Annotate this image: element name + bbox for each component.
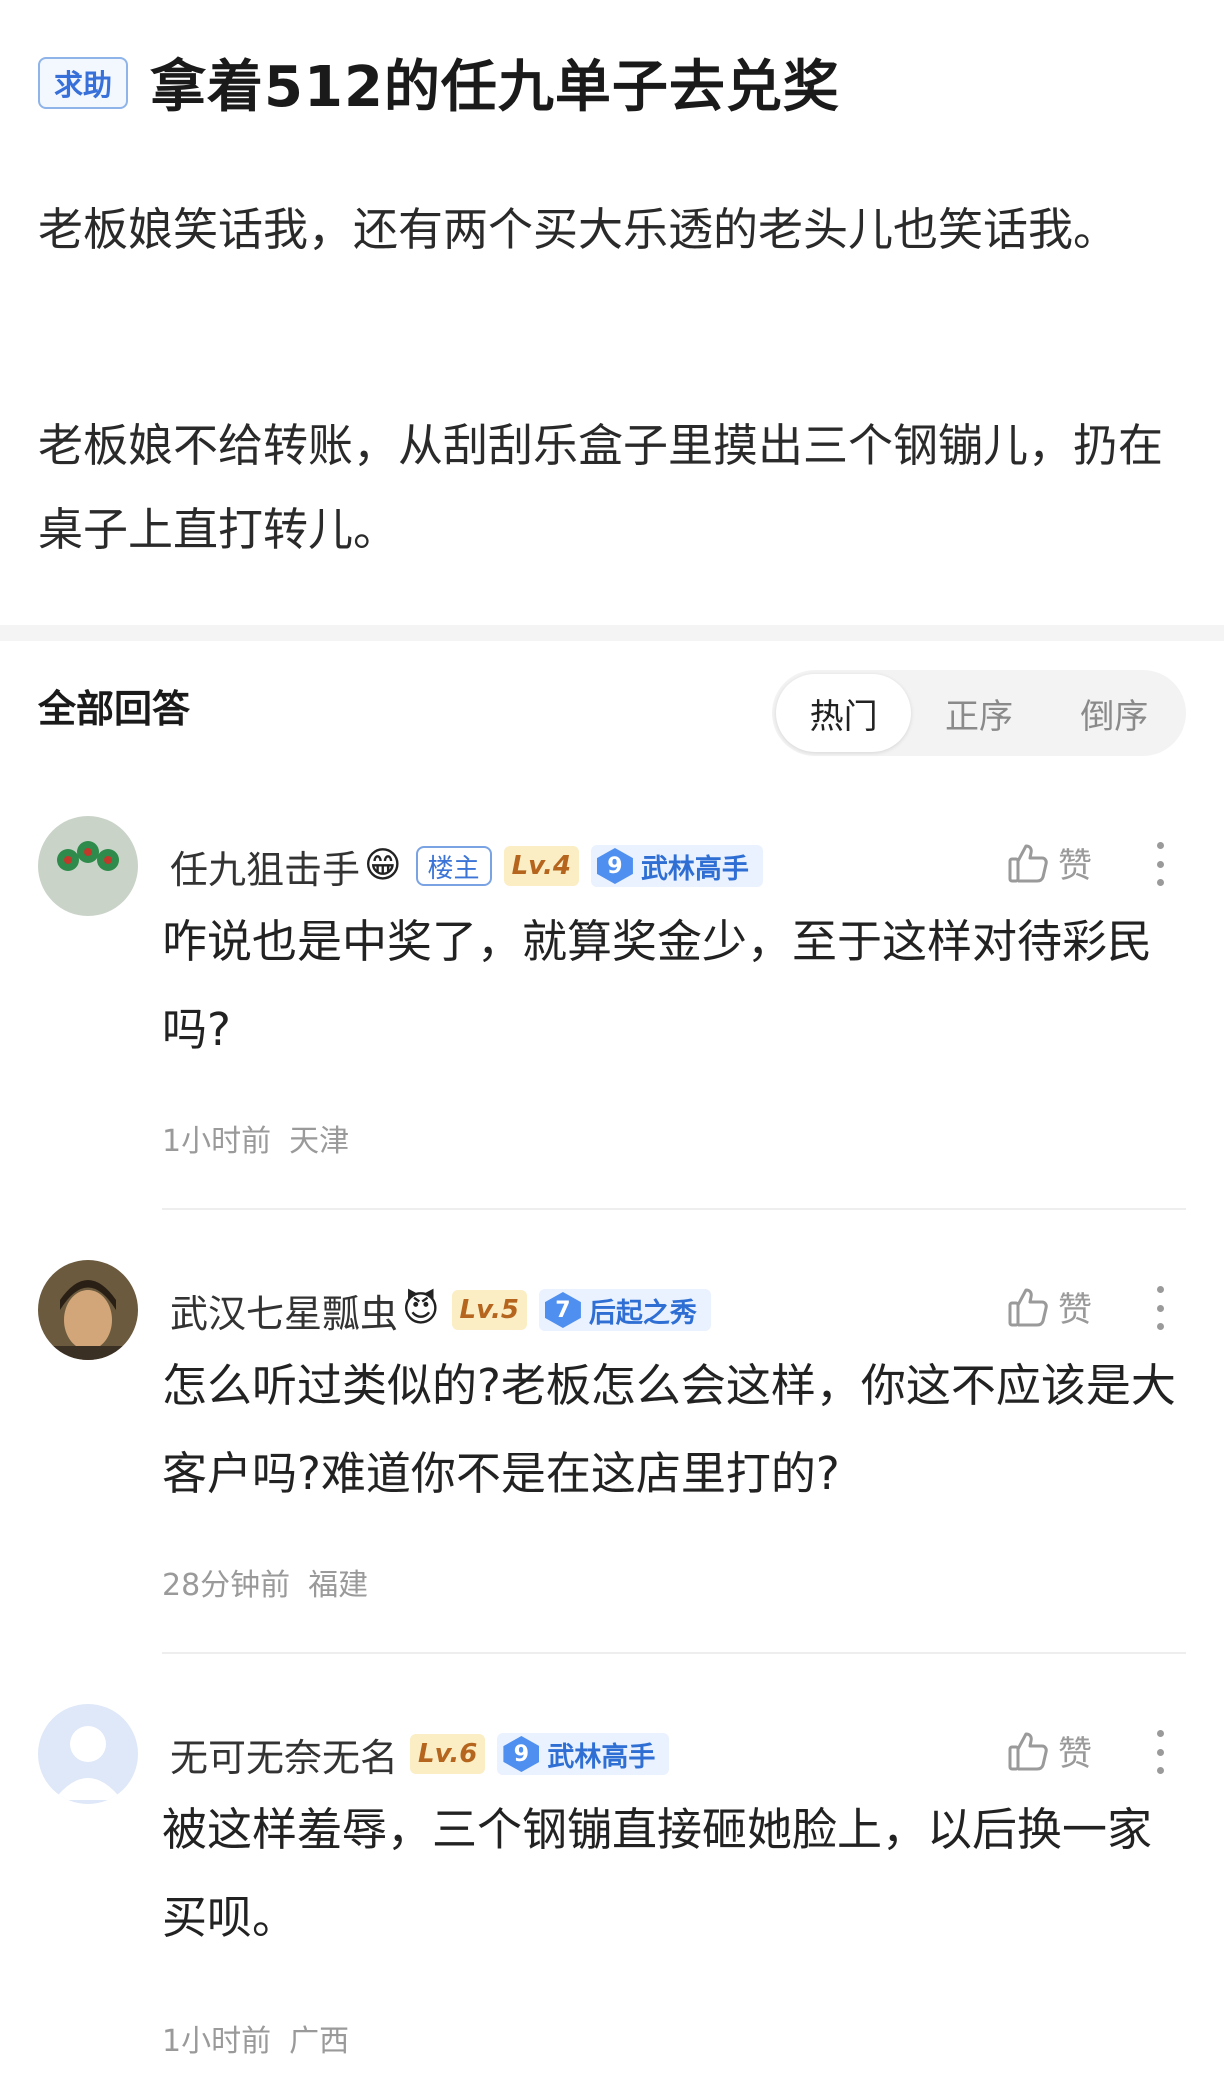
sort-asc-tab[interactable]: 正序 xyxy=(911,674,1046,752)
level-badge: Lv.6 xyxy=(410,1734,486,1774)
comment-text: 咋说也是中奖了，就算奖金少，至于这样对待彩民吗? xyxy=(162,915,1153,1056)
like-label: 赞 xyxy=(1058,1734,1092,1774)
comment-location: 福建 xyxy=(308,1568,369,1603)
post-paragraph-2: 老板娘不给转账，从刮刮乐盒子里摸出三个钢镚儿，扔在桌子上直打转儿。 xyxy=(38,419,1164,556)
more-options-icon[interactable] xyxy=(1146,1278,1174,1338)
answers-section-title: 全部回答 xyxy=(38,687,191,731)
level-badge: Lv.4 xyxy=(503,846,579,886)
like-button[interactable]: 赞 xyxy=(1006,1726,1092,1775)
comment-item: 无可无奈无名 Lv.6 9 武林高手 赞 被这样羞辱，三个钢镚直接砸她脸上，以后… xyxy=(0,1704,1224,2074)
rank-gem-icon: 7 xyxy=(544,1292,581,1328)
avatar[interactable] xyxy=(38,1260,138,1360)
avatar[interactable] xyxy=(38,1704,138,1804)
comment-item: 武汉七星瓢虫 😈 Lv.5 7 后起之秀 赞 怎么听过类似的?老板怎么会这样，你… xyxy=(0,1260,1224,1603)
user-line: 任九狙击手 😁 楼主 Lv.4 9 武林高手 xyxy=(170,840,763,892)
rank-title: 武林高手 xyxy=(547,1741,656,1773)
like-button[interactable]: 赞 xyxy=(1006,1282,1092,1331)
comment-location: 广西 xyxy=(289,2024,350,2059)
rank-badge: 9 武林高手 xyxy=(497,1733,670,1775)
comment-divider xyxy=(162,1652,1186,1654)
post-paragraph-1: 老板娘笑话我，还有两个买大乐透的老头儿也笑话我。 xyxy=(38,203,1119,256)
post-title: 拿着512的任九单子去兑奖 xyxy=(150,55,840,120)
avatar[interactable] xyxy=(38,816,138,916)
more-options-icon[interactable] xyxy=(1146,1722,1174,1782)
like-label: 赞 xyxy=(1058,1290,1092,1330)
owner-badge: 楼主 xyxy=(415,846,492,886)
username[interactable]: 武汉七星瓢虫 xyxy=(170,1283,398,1338)
devil-emoji-icon: 😈 xyxy=(402,1289,440,1330)
post-header: 求助 拿着512的任九单子去兑奖 xyxy=(38,42,840,123)
like-label: 赞 xyxy=(1058,846,1092,886)
section-divider xyxy=(0,625,1224,641)
level-badge: Lv.5 xyxy=(451,1290,527,1330)
rank-badge: 9 武林高手 xyxy=(590,845,763,887)
like-button[interactable]: 赞 xyxy=(1006,838,1092,887)
rank-gem-icon: 9 xyxy=(503,1736,540,1772)
rank-gem-icon: 9 xyxy=(596,848,633,884)
username[interactable]: 无可无奈无名 xyxy=(170,1727,398,1782)
thumbs-up-icon xyxy=(1008,844,1048,882)
comment-time: 1小时前 xyxy=(162,2024,272,2059)
rank-title: 武林高手 xyxy=(640,853,749,885)
comment-item: 任九狙击手 😁 楼主 Lv.4 9 武林高手 赞 咋说也是中奖了，就算奖金少，至… xyxy=(0,816,1224,1159)
comment-meta: 28分钟前 福建 xyxy=(162,1560,368,1604)
help-tag[interactable]: 求助 xyxy=(38,56,129,109)
grin-emoji-icon: 😁 xyxy=(364,845,402,886)
rank-title: 后起之秀 xyxy=(588,1297,697,1329)
user-line: 武汉七星瓢虫 😈 Lv.5 7 后起之秀 xyxy=(170,1284,711,1336)
comment-text: 被这样羞辱，三个钢镚直接砸她脸上，以后换一家买呗。 xyxy=(162,1803,1153,1944)
more-options-icon[interactable] xyxy=(1146,834,1174,894)
comment-time: 1小时前 xyxy=(162,1124,272,1159)
sort-hot-tab[interactable]: 热门 xyxy=(776,674,912,752)
comment-divider xyxy=(162,1208,1186,1210)
comment-text: 怎么听过类似的?老板怎么会这样，你这不应该是大客户吗?难道你不是在这店里打的? xyxy=(162,1359,1176,1500)
comment-location: 天津 xyxy=(289,1124,350,1159)
rank-badge: 7 后起之秀 xyxy=(538,1289,711,1331)
user-line: 无可无奈无名 Lv.6 9 武林高手 xyxy=(170,1727,670,1782)
comment-meta: 1小时前 广西 xyxy=(162,2016,349,2060)
thumbs-up-icon xyxy=(1008,1288,1048,1326)
sort-toggle: 热门 正序 倒序 xyxy=(772,670,1186,756)
username[interactable]: 任九狙击手 xyxy=(170,839,360,894)
thumbs-up-icon xyxy=(1008,1732,1048,1770)
sort-desc-tab[interactable]: 倒序 xyxy=(1047,674,1182,752)
comment-time: 28分钟前 xyxy=(162,1568,291,1603)
comment-meta: 1小时前 天津 xyxy=(162,1116,349,1160)
